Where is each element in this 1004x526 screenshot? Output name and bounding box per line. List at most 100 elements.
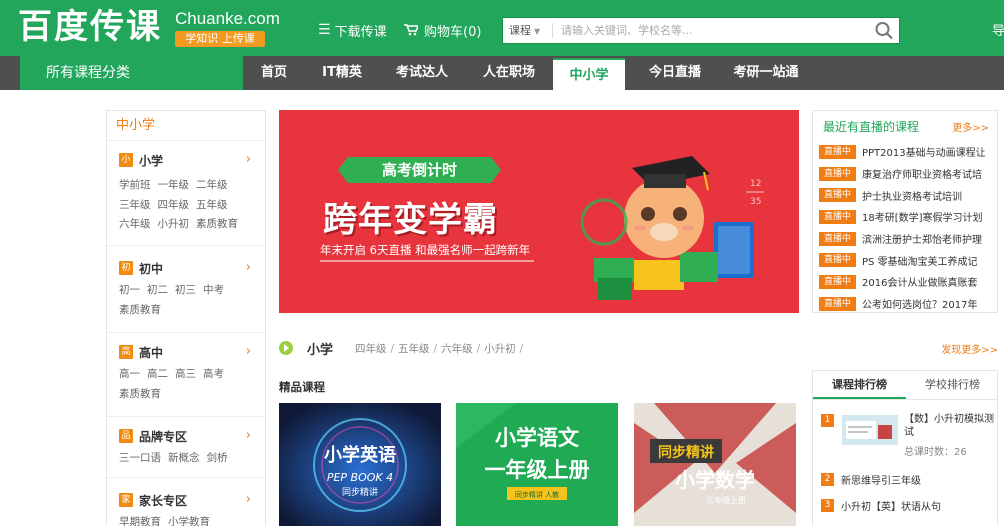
- chevron-right-icon[interactable]: ›: [246, 151, 251, 169]
- promo-banner[interactable]: 高考倒计时 跨年变学霸 年末开启 6天直播 和最强名师一起跨新年 12 35: [279, 110, 799, 313]
- banner-divider: [320, 260, 534, 262]
- nav-item-exam[interactable]: 考试达人: [386, 56, 458, 90]
- live-badge: 直播中: [819, 166, 856, 181]
- course-card-english[interactable]: 小学英语 PEP BOOK 4 同步精讲: [279, 403, 441, 526]
- rank-item[interactable]: 新思维导引三年级: [841, 472, 921, 487]
- live-item[interactable]: 直播中 护士执业资格考试培训: [819, 184, 997, 206]
- sidebar-link[interactable]: 素质教育: [119, 301, 161, 321]
- live-item-title: 2016会计从业做账真账套: [862, 278, 978, 290]
- rank-item[interactable]: 小升初【英】状语从句: [841, 498, 941, 513]
- sidebar-link[interactable]: 初二: [147, 281, 168, 301]
- sidebar-title: 中小学: [107, 111, 265, 141]
- sidebar-head-brand[interactable]: 品 品牌专区: [119, 427, 187, 445]
- top-right-link[interactable]: 导: [992, 20, 1004, 39]
- nav-item-kaoyan[interactable]: 考研一站通: [723, 56, 809, 90]
- primary-badge-icon: 小: [119, 153, 133, 167]
- search-category-select[interactable]: 课程 ▼: [509, 18, 548, 43]
- live-badge: 直播中: [819, 231, 856, 246]
- live-item[interactable]: 直播中 18考研[数学]寒假学习计划: [819, 206, 997, 228]
- search-icon: [875, 22, 893, 40]
- live-item[interactable]: 直播中 PPT2013基础与动画课程让: [819, 141, 997, 163]
- grade-link[interactable]: 小升初: [484, 343, 516, 355]
- nav-item-live-today[interactable]: 今日直播: [635, 56, 715, 90]
- live-item-title: PS 零基础淘宝美工养成记: [862, 256, 978, 268]
- course-card-math[interactable]: 同步精讲 小学数学 三年级上册: [634, 403, 796, 526]
- sidebar-head-senior[interactable]: 高 高中: [119, 343, 163, 361]
- search-button[interactable]: [873, 20, 895, 41]
- sidebar-section-name: 高中: [139, 345, 164, 360]
- logo-brand[interactable]: Chuanke.com: [175, 10, 280, 28]
- divider: [813, 399, 997, 400]
- nav-item-home[interactable]: 首页: [249, 56, 299, 90]
- sidebar-link[interactable]: 高一: [119, 365, 140, 385]
- site-logo[interactable]: 百度传课: [18, 4, 162, 50]
- rank-top-title[interactable]: 【数】小升初模拟测试: [904, 413, 994, 439]
- sidebar-link[interactable]: 新概念: [168, 449, 200, 469]
- live-item[interactable]: 直播中 2016会计从业做账真账套: [819, 271, 997, 293]
- cart-icon: [404, 24, 418, 36]
- chevron-right-icon[interactable]: ›: [246, 343, 251, 361]
- sidebar-link[interactable]: 小升初: [158, 215, 190, 235]
- chevron-right-icon[interactable]: ›: [246, 491, 251, 509]
- math-cover: 同步精讲 小学数学 三年级上册: [634, 403, 796, 526]
- live-item[interactable]: 直播中 公考如何选岗位？2017年: [819, 293, 997, 315]
- tab-school-ranking[interactable]: 学校排行榜: [906, 371, 999, 399]
- sidebar-link[interactable]: 二年级: [196, 176, 228, 196]
- nav-item-k12[interactable]: 中小学: [553, 58, 625, 90]
- sidebar-section-name: 小学: [139, 153, 164, 168]
- nav-item-it[interactable]: IT精英: [311, 56, 373, 90]
- sidebar-link[interactable]: 一年级: [158, 176, 190, 196]
- sidebar-link[interactable]: 早期教育: [119, 513, 161, 526]
- sidebar-head-primary[interactable]: 小 小学: [119, 151, 163, 169]
- sidebar-link[interactable]: 三一口语: [119, 449, 161, 469]
- card-subtitle: PEP BOOK 4: [327, 471, 393, 484]
- sidebar-section-junior: 初 初中 › 初一 初二 初三 中考 素质教育: [107, 259, 265, 333]
- sidebar-link[interactable]: 六年级: [119, 215, 151, 235]
- banner-subline: 年末开启 6天直播 和最强名师一起跨新年: [320, 243, 531, 257]
- sidebar-link[interactable]: 四年级: [158, 196, 190, 216]
- chevron-right-icon[interactable]: ›: [246, 259, 251, 277]
- sidebar-section-senior: 高 高中 › 高一 高二 高三 高考 素质教育: [107, 343, 265, 417]
- sidebar-head-parent[interactable]: 家 家长专区: [119, 491, 187, 509]
- all-categories-button[interactable]: 所有课程分类: [20, 56, 243, 90]
- sidebar-head-junior[interactable]: 初 初中: [119, 259, 163, 277]
- sidebar-link[interactable]: 三年级: [119, 196, 151, 216]
- nav-item-career[interactable]: 人在职场: [473, 56, 545, 90]
- parent-badge-icon: 家: [119, 493, 133, 507]
- logo-slogan: 学知识 上传课: [175, 31, 265, 47]
- sidebar-link[interactable]: 初三: [175, 281, 196, 301]
- download-app-link[interactable]: ☰ 下载传课: [318, 20, 387, 40]
- senior-badge-icon: 高: [119, 345, 133, 359]
- live-item[interactable]: 直播中 PS 零基础淘宝美工养成记: [819, 249, 997, 271]
- course-card-chinese[interactable]: 小学语文 一年级上册 同步精讲 人教: [456, 403, 618, 526]
- sidebar-link[interactable]: 素质教育: [119, 385, 161, 405]
- page: 百度传课 Chuanke.com 学知识 上传课 ☰ 下载传课 购物车(0) 课…: [0, 0, 1004, 526]
- mascot-illustration: 12 35: [580, 156, 764, 300]
- sidebar-link[interactable]: 高三: [175, 365, 196, 385]
- sidebar-link[interactable]: 中考: [203, 281, 224, 301]
- sidebar-link[interactable]: 高二: [147, 365, 168, 385]
- chevron-down-icon: ▼: [534, 27, 541, 36]
- card-title: 小学英语: [324, 444, 396, 466]
- rank-thumbnail[interactable]: [842, 415, 898, 445]
- tab-course-ranking[interactable]: 课程排行榜: [813, 371, 906, 399]
- cart-link[interactable]: 购物车(0): [404, 20, 481, 40]
- search-category-label: 课程: [509, 24, 531, 37]
- sidebar-link[interactable]: 小学教育: [168, 513, 210, 526]
- grade-link[interactable]: 五年级: [398, 343, 430, 355]
- grade-link[interactable]: 四年级: [355, 343, 387, 355]
- live-item[interactable]: 直播中 滨洲注册护士郑怡老师护理: [819, 228, 997, 250]
- sidebar-link[interactable]: 学前班: [119, 176, 151, 196]
- chevron-right-icon[interactable]: ›: [246, 427, 251, 445]
- live-item[interactable]: 直播中 康复治疗师职业资格考试培: [819, 163, 997, 185]
- discover-more-link[interactable]: 发现更多>>: [941, 341, 998, 356]
- live-more-link[interactable]: 更多>>: [952, 119, 989, 134]
- sidebar-link[interactable]: 高考: [203, 365, 224, 385]
- sidebar-link[interactable]: 剑桥: [207, 449, 228, 469]
- sidebar-link[interactable]: 初一: [119, 281, 140, 301]
- sidebar-link[interactable]: 五年级: [196, 196, 228, 216]
- live-item-title: PPT2013基础与动画课程让: [862, 148, 986, 160]
- sidebar-link[interactable]: 素质教育: [196, 215, 238, 235]
- search-input[interactable]: [561, 20, 861, 41]
- grade-link[interactable]: 六年级: [441, 343, 473, 355]
